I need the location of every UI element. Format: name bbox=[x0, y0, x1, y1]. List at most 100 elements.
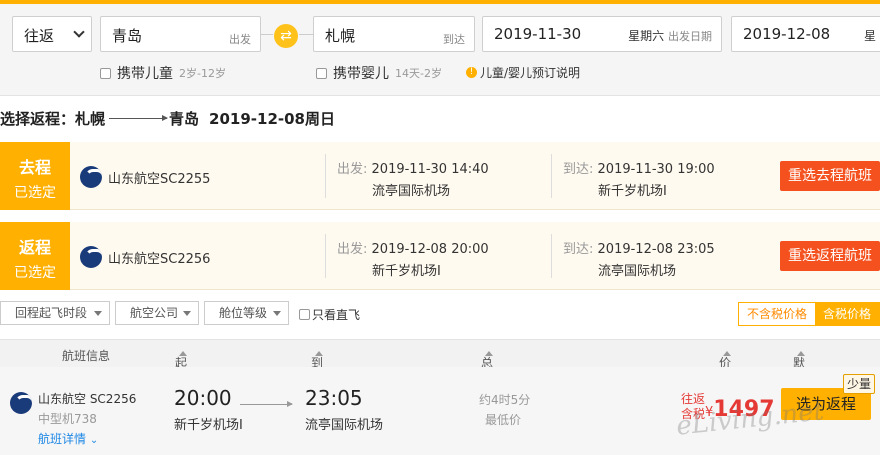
status-badge: 少量 bbox=[843, 374, 875, 394]
col-dep-sort[interactable]: 起飞时间 bbox=[175, 347, 187, 421]
chevron-down-icon: ⌄ bbox=[89, 435, 99, 446]
col-sort-default[interactable]: 默认排序 bbox=[793, 347, 805, 421]
search-panel: 往返 青岛 出发 ⇄ 札幌 到达 2019-11-30 星期六 出发日期 201… bbox=[0, 4, 880, 96]
results-header: 航班信息 起飞时间 到达时间 总耗时 价格 默认排序 bbox=[0, 339, 880, 421]
from-hint: 出发 bbox=[229, 33, 251, 46]
chevron-down-icon bbox=[73, 26, 85, 38]
arr-label: 到达: bbox=[563, 242, 594, 257]
airline-logo-icon bbox=[80, 166, 102, 188]
direct-only-checkbox[interactable]: 只看直飞 bbox=[299, 306, 360, 323]
price-excl-tax-option[interactable]: 不含税价格 bbox=[739, 303, 815, 325]
col-price-sort[interactable]: 价格 bbox=[719, 347, 731, 387]
tag-title: 去程 bbox=[18, 158, 51, 177]
outbound-dep-airport: 流亭国际机场 bbox=[372, 184, 451, 199]
price-incl-tax-option[interactable]: 含税价格 bbox=[815, 303, 879, 325]
return-arr: 到达: 2019-12-08 23:05 bbox=[563, 238, 715, 257]
caret-down-icon bbox=[94, 311, 102, 316]
dep-label: 出发: bbox=[337, 242, 368, 257]
flight-airline: 山东航空 SC2256 bbox=[38, 392, 137, 406]
trip-type-value: 往返 bbox=[24, 27, 55, 45]
rebook-outbound-button[interactable]: 重选去程航班 bbox=[780, 161, 880, 191]
price-tag-roundtrip: 往返 bbox=[681, 392, 706, 406]
dep-time: 2019-12-08 20:00 bbox=[371, 242, 489, 257]
dep-time: 2019-11-30 14:40 bbox=[371, 162, 489, 177]
swap-icon[interactable]: ⇄ bbox=[274, 24, 298, 48]
return-date-input[interactable]: 2019-12-08 星 bbox=[731, 16, 880, 52]
checkbox-icon bbox=[316, 67, 327, 79]
price-tax-toggle: 不含税价格 含税价格 bbox=[738, 302, 880, 326]
flight-dep-airport: 新千岁机场I bbox=[174, 418, 243, 433]
heading-date: 2019-12-08周日 bbox=[209, 110, 335, 128]
flight-duration: 约4时5分 bbox=[479, 393, 531, 407]
col-flight: 航班信息 bbox=[62, 349, 111, 363]
arrow-right-icon bbox=[109, 115, 169, 121]
filter-label: 航空公司 bbox=[130, 306, 179, 320]
tag-status: 已选定 bbox=[14, 265, 56, 281]
weekday-text: 星期六 bbox=[628, 29, 665, 43]
cabin-filter[interactable]: 舱位等级 bbox=[204, 301, 289, 325]
arr-time: 2019-12-08 23:05 bbox=[597, 242, 715, 257]
flight-arr-time: 23:05 bbox=[305, 386, 363, 410]
heading-prefix: 选择返程：札幌 bbox=[0, 110, 106, 128]
outbound-tag: 去程 已选定 bbox=[0, 142, 70, 210]
heading-dest: 青岛 bbox=[169, 110, 200, 128]
airline-name: 山东航空SC2255 bbox=[108, 171, 211, 187]
page-title: 选择返程：札幌 青岛 2019-12-08周日 bbox=[0, 108, 335, 129]
col-arr-sort[interactable]: 到达时间 bbox=[311, 347, 323, 421]
divider bbox=[551, 234, 552, 278]
checkbox-icon bbox=[100, 67, 111, 79]
infant-age: 14天-2岁 bbox=[395, 67, 442, 80]
filter-label: 舱位等级 bbox=[219, 306, 268, 320]
child-checkbox[interactable]: 携带儿童 2岁-12岁 bbox=[100, 63, 226, 83]
to-city-input[interactable]: 札幌 到达 bbox=[313, 16, 475, 52]
return-airline: 山东航空SC2256 bbox=[80, 246, 210, 268]
return-dep-airport: 新千岁机场I bbox=[372, 264, 441, 279]
dep-label: 出发: bbox=[337, 162, 368, 177]
trip-type-select[interactable]: 往返 bbox=[12, 16, 92, 52]
airline-filter[interactable]: 航空公司 bbox=[115, 301, 199, 325]
child-label: 携带儿童 bbox=[117, 66, 173, 82]
airline-logo-icon bbox=[80, 246, 102, 268]
child-age: 2岁-12岁 bbox=[179, 67, 226, 80]
info-label: 儿童/婴儿预订说明 bbox=[480, 66, 581, 80]
divider bbox=[299, 34, 313, 35]
to-city-value: 札幌 bbox=[325, 27, 356, 45]
return-tag: 返程 已选定 bbox=[0, 222, 70, 290]
col-duration-sort[interactable]: 总耗时 bbox=[481, 347, 493, 404]
outbound-selected-row: 去程 已选定 山东航空SC2255 出发: 2019-11-30 14:40 流… bbox=[0, 142, 880, 210]
return-selected-row: 返程 已选定 山东航空SC2256 出发: 2019-12-08 20:00 新… bbox=[0, 222, 880, 290]
depart-date-input[interactable]: 2019-11-30 星期六 出发日期 bbox=[482, 16, 722, 52]
infant-checkbox[interactable]: 携带婴儿 14天-2岁 bbox=[316, 63, 442, 83]
airline-name: 山东航空SC2256 bbox=[108, 251, 211, 267]
return-dep: 出发: 2019-12-08 20:00 bbox=[337, 238, 489, 257]
from-city-value: 青岛 bbox=[112, 27, 143, 45]
infant-label: 携带婴儿 bbox=[333, 66, 389, 82]
from-city-input[interactable]: 青岛 出发 bbox=[100, 16, 261, 52]
tag-status: 已选定 bbox=[14, 185, 56, 201]
divider bbox=[261, 34, 273, 35]
flight-dep-time: 20:00 bbox=[174, 386, 232, 410]
outbound-arr: 到达: 2019-11-30 19:00 bbox=[563, 158, 715, 177]
arr-label: 到达: bbox=[563, 162, 594, 177]
details-label: 航班详情 bbox=[38, 432, 87, 446]
divider bbox=[551, 154, 552, 198]
depart-hint: 出发日期 bbox=[668, 30, 712, 43]
flight-details-link[interactable]: 航班详情 ⌄ bbox=[38, 430, 98, 447]
filter-label: 回程起飞时段 bbox=[15, 306, 88, 320]
direct-label: 只看直飞 bbox=[312, 308, 361, 322]
divider bbox=[325, 154, 326, 198]
dep-period-filter[interactable]: 回程起飞时段 bbox=[0, 301, 110, 325]
arrow-right-icon bbox=[240, 401, 293, 407]
flight-aircraft: 中型机738 bbox=[38, 412, 97, 426]
arr-time: 2019-11-30 19:00 bbox=[597, 162, 715, 177]
outbound-airline: 山东航空SC2255 bbox=[80, 166, 210, 188]
child-infant-info-link[interactable]: ! 儿童/婴儿预订说明 bbox=[466, 64, 580, 81]
caret-down-icon bbox=[183, 311, 191, 316]
tag-title: 返程 bbox=[18, 238, 51, 257]
caret-down-icon bbox=[273, 311, 281, 316]
return-date-value: 2019-12-08 bbox=[743, 25, 831, 43]
info-icon: ! bbox=[466, 67, 477, 78]
outbound-dep: 出发: 2019-11-30 14:40 bbox=[337, 158, 489, 177]
airline-logo-icon bbox=[10, 392, 32, 414]
rebook-return-button[interactable]: 重选返程航班 bbox=[780, 241, 880, 271]
